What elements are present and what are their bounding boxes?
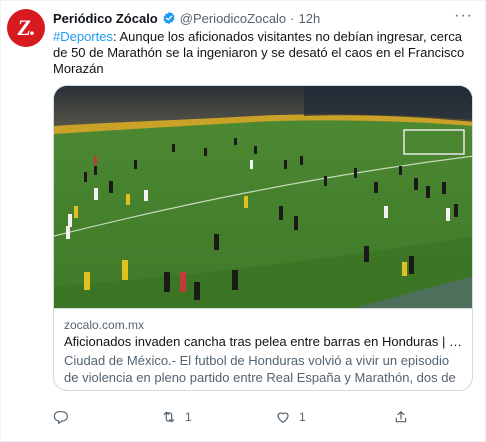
like-count: 1 — [299, 410, 306, 424]
card-title[interactable]: Aficionados invaden cancha tras pelea en… — [64, 333, 464, 350]
hashtag-link[interactable]: #Deportes — [53, 29, 113, 44]
tweet-card[interactable]: Z. Periódico Zócalo @PeriodicoZocalo · 1… — [0, 0, 486, 442]
separator-dot: · — [290, 10, 295, 26]
share-icon — [395, 411, 407, 423]
timestamp[interactable]: 12h — [299, 11, 321, 26]
verified-badge-icon — [163, 11, 175, 25]
card-image — [54, 86, 472, 308]
link-preview-card[interactable]: zocalo.com.mx Aficionados invaden cancha… — [53, 85, 473, 391]
avatar-logo: Z. — [17, 15, 36, 40]
card-description: Ciudad de México.- El futbol de Honduras… — [64, 353, 456, 390]
like-icon — [277, 412, 289, 423]
retweet-button[interactable]: 1 — [161, 409, 192, 425]
avatar[interactable]: Z. — [7, 9, 45, 47]
handle[interactable]: @PeriodicoZocalo — [180, 11, 286, 26]
share-button[interactable] — [393, 409, 417, 425]
action-bar: 1 1 — [53, 407, 473, 427]
reply-button[interactable] — [53, 409, 77, 425]
ellipsis-icon[interactable]: ··· — [454, 8, 473, 24]
tweet-body: : Aunque los aficionados visitantes no d… — [53, 29, 465, 76]
tweet-header: Periódico Zócalo @PeriodicoZocalo · 12h — [53, 9, 320, 27]
card-domain: zocalo.com.mx — [64, 318, 145, 332]
like-button[interactable]: 1 — [275, 409, 306, 425]
retweet-icon — [163, 411, 175, 423]
reply-icon — [53, 411, 68, 424]
display-name[interactable]: Periódico Zócalo — [53, 11, 158, 26]
retweet-count: 1 — [185, 410, 192, 424]
tweet-text: #Deportes: Aunque los aficionados visita… — [53, 29, 473, 77]
card-text-block: zocalo.com.mx Aficionados invaden cancha… — [54, 308, 472, 390]
